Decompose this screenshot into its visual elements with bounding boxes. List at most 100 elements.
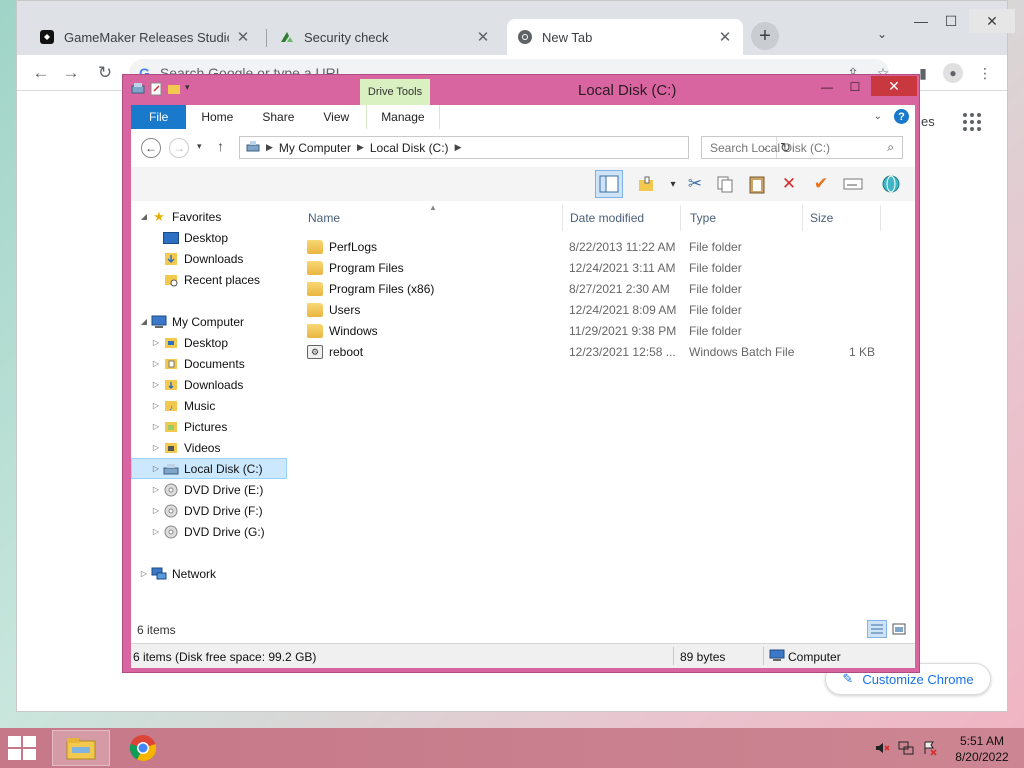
tab-home[interactable]: Home: [186, 105, 247, 129]
nav-dvd-e[interactable]: ▷ DVD Drive (E:): [151, 479, 263, 500]
column-header-name[interactable]: ▲ Name: [301, 203, 563, 231]
taskbar-chrome[interactable]: [114, 730, 172, 766]
delete-icon[interactable]: ✕: [775, 170, 803, 198]
tab-view[interactable]: View: [308, 105, 363, 129]
address-bar[interactable]: ▶ My Computer ▶ Local Disk (C:) ▶ ⌄ ↻: [239, 136, 791, 159]
reload-icon[interactable]: ↻: [93, 61, 117, 85]
volume-muted-icon[interactable]: [874, 740, 890, 756]
nav-downloads[interactable]: ▷ Downloads: [151, 374, 243, 395]
nav-favorites[interactable]: ◢ ★ Favorites: [139, 206, 221, 227]
rename-icon[interactable]: [839, 170, 867, 198]
tab-security-check[interactable]: Security check ✕: [269, 19, 501, 55]
collapsed-triangle-icon[interactable]: ▷: [151, 443, 161, 452]
taskbar-file-explorer[interactable]: [52, 730, 110, 766]
new-tab-button[interactable]: +: [751, 22, 779, 50]
table-row[interactable]: Program Files 12/24/2021 3:11 AM File fo…: [301, 258, 881, 279]
nav-desktop[interactable]: ▷ Desktop: [151, 332, 228, 353]
nav-fav-downloads[interactable]: Downloads: [151, 248, 243, 269]
up-arrow-icon[interactable]: ↑: [217, 138, 224, 154]
collapsed-triangle-icon[interactable]: ▷: [151, 359, 161, 368]
collapsed-triangle-icon[interactable]: ▷: [139, 569, 149, 578]
expand-ribbon-icon[interactable]: ⌄: [874, 111, 882, 122]
tab-file[interactable]: File: [131, 105, 187, 129]
table-row[interactable]: ⚙ reboot 12/23/2021 12:58 ... Windows Ba…: [301, 342, 881, 363]
table-row[interactable]: Program Files (x86) 8/27/2021 2:30 AM Fi…: [301, 279, 881, 300]
column-header-size[interactable]: Size: [803, 205, 881, 231]
column-header-type[interactable]: Type: [683, 205, 803, 231]
expanded-triangle-icon[interactable]: ◢: [139, 212, 149, 221]
breadcrumb-chevron-icon[interactable]: ▶: [455, 142, 462, 153]
nav-dvd-g[interactable]: ▷ DVD Drive (G:): [151, 521, 265, 542]
maximize-button[interactable]: ☐: [935, 9, 967, 33]
collapsed-triangle-icon[interactable]: ▷: [151, 422, 161, 431]
ntp-images-link[interactable]: es: [921, 114, 935, 129]
minimize-button[interactable]: —: [905, 9, 937, 33]
nav-local-disk[interactable]: ▷ Local Disk (C:): [131, 458, 287, 479]
collapsed-triangle-icon[interactable]: ▷: [151, 506, 161, 515]
network-tray-icon[interactable]: [898, 740, 914, 756]
forward-arrow-icon[interactable]: →: [169, 138, 189, 158]
menu-kebab-icon[interactable]: ⋮: [975, 63, 995, 83]
minimize-button[interactable]: —: [813, 77, 841, 97]
breadcrumb-my-computer[interactable]: My Computer: [279, 141, 351, 155]
breadcrumb-chevron-icon[interactable]: ▶: [266, 142, 273, 153]
qat-dropdown-icon[interactable]: ▾: [185, 82, 199, 96]
close-button[interactable]: ✕: [871, 76, 917, 96]
column-header-date[interactable]: Date modified: [563, 205, 681, 231]
folder-properties-icon[interactable]: [633, 170, 661, 198]
action-center-flag-icon[interactable]: [922, 740, 938, 756]
checkmark-icon[interactable]: ✔: [807, 170, 835, 198]
nav-music[interactable]: ▷ ♪ Music: [151, 395, 215, 416]
nav-fav-recent[interactable]: Recent places: [151, 269, 260, 290]
help-icon[interactable]: ?: [894, 109, 909, 124]
new-folder-icon[interactable]: [167, 82, 181, 96]
nav-videos[interactable]: ▷ Videos: [151, 437, 221, 458]
tab-share[interactable]: Share: [247, 105, 308, 129]
globe-icon[interactable]: [877, 170, 905, 198]
collapsed-triangle-icon[interactable]: ▷: [151, 380, 161, 389]
close-icon[interactable]: ✕: [717, 28, 733, 46]
paste-icon[interactable]: [743, 170, 771, 198]
close-button[interactable]: ✕: [969, 9, 1015, 33]
back-arrow-icon[interactable]: ←: [141, 138, 161, 158]
preview-pane-icon[interactable]: [595, 170, 623, 198]
recent-locations-icon[interactable]: ▾: [197, 141, 202, 152]
profile-avatar[interactable]: ●: [943, 63, 963, 83]
maximize-button[interactable]: ☐: [841, 77, 869, 97]
copy-icon[interactable]: [711, 170, 739, 198]
tab-gamemaker[interactable]: GameMaker Releases Studio Vers ✕: [29, 19, 261, 55]
table-row[interactable]: Windows 11/29/2021 9:38 PM File folder: [301, 321, 881, 342]
expanded-triangle-icon[interactable]: ◢: [139, 317, 149, 326]
nav-documents[interactable]: ▷ Documents: [151, 353, 245, 374]
apps-grid-icon[interactable]: [963, 113, 981, 131]
breadcrumb-local-disk[interactable]: Local Disk (C:): [370, 141, 449, 155]
table-row[interactable]: PerfLogs 8/22/2013 11:22 AM File folder: [301, 237, 881, 258]
nav-network[interactable]: ▷ Network: [139, 563, 216, 584]
collapsed-triangle-icon[interactable]: ▷: [151, 527, 161, 536]
breadcrumb-chevron-icon[interactable]: ▶: [357, 142, 364, 153]
search-input[interactable]: Search Local Disk (C:) ⌕: [701, 136, 903, 159]
nav-dvd-f[interactable]: ▷ DVD Drive (F:): [151, 500, 263, 521]
properties-icon[interactable]: [149, 82, 163, 96]
close-icon[interactable]: ✕: [475, 28, 491, 46]
table-row[interactable]: Users 12/24/2021 8:09 AM File folder: [301, 300, 881, 321]
nav-pictures[interactable]: ▷ Pictures: [151, 416, 227, 437]
cut-icon[interactable]: ✂: [681, 170, 709, 198]
nav-my-computer[interactable]: ◢ My Computer: [139, 311, 244, 332]
details-view-icon[interactable]: [867, 620, 887, 638]
collapsed-triangle-icon[interactable]: ▷: [151, 338, 161, 347]
back-arrow-icon[interactable]: ←: [29, 61, 53, 85]
tab-search-button[interactable]: ⌄: [877, 27, 887, 41]
collapsed-triangle-icon[interactable]: ▷: [151, 464, 161, 473]
nav-fav-desktop[interactable]: Desktop: [151, 227, 228, 248]
tab-manage[interactable]: Manage: [366, 105, 440, 129]
collapsed-triangle-icon[interactable]: ▷: [151, 485, 161, 494]
large-icons-view-icon[interactable]: [889, 620, 909, 638]
drive-icon[interactable]: [131, 82, 145, 96]
close-icon[interactable]: ✕: [235, 28, 251, 46]
tab-new-tab[interactable]: New Tab ✕: [507, 19, 743, 55]
collapsed-triangle-icon[interactable]: ▷: [151, 401, 161, 410]
forward-arrow-icon[interactable]: →: [59, 61, 83, 85]
system-clock[interactable]: 5:51 AM 8/20/2022: [952, 733, 1012, 765]
windows-start-icon[interactable]: [8, 736, 38, 760]
